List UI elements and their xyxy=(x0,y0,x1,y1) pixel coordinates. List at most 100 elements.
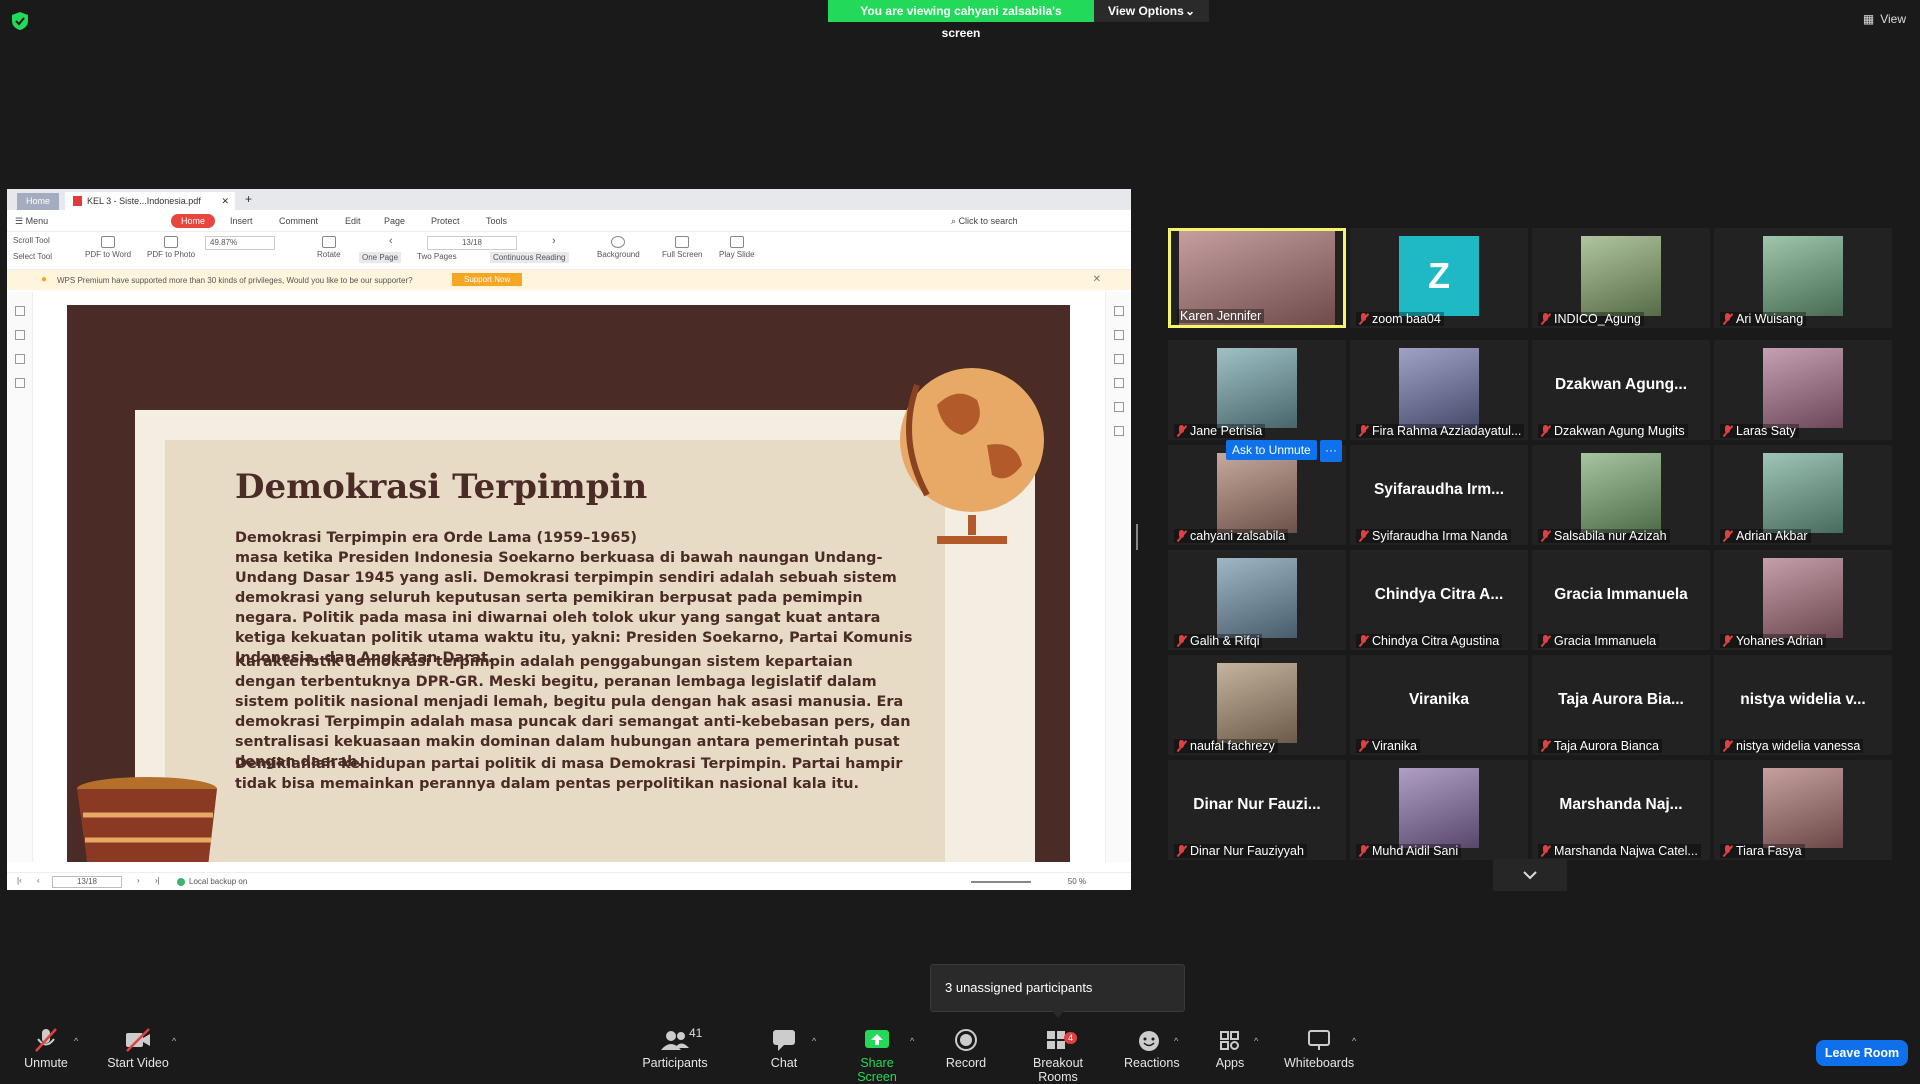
text-icon[interactable] xyxy=(1113,330,1124,340)
play-slide-button[interactable]: Play Slide xyxy=(719,236,755,259)
split-view-handle[interactable] xyxy=(1136,524,1138,550)
participant-tile[interactable]: Dzakwan Agung... Dzakwan Agung Mugits xyxy=(1532,340,1710,440)
tab-document[interactable]: KEL 3 - Siste...Indonesia.pdf ✕ xyxy=(65,192,235,210)
participant-tile[interactable]: INDICO_Agung xyxy=(1532,228,1710,328)
bookmarks-icon[interactable] xyxy=(14,330,25,340)
participant-tile[interactable]: Laras Saty xyxy=(1714,340,1892,440)
two-pages-button[interactable]: Two Pages xyxy=(417,252,457,261)
unmute-button[interactable]: Unmute xyxy=(22,1028,70,1070)
pdf-to-photo-button[interactable]: PDF to Photo xyxy=(147,236,195,259)
participant-tile[interactable]: Jane Petrisia xyxy=(1168,340,1346,440)
participant-tile[interactable]: Tiara Fasya xyxy=(1714,760,1892,860)
print-icon[interactable] xyxy=(1113,306,1124,316)
audio-options-caret[interactable]: ^ xyxy=(74,1036,78,1046)
attachments-icon[interactable] xyxy=(14,378,25,388)
breakout-rooms-button[interactable]: Breakout Rooms xyxy=(1014,1028,1102,1084)
apps-button[interactable]: Apps xyxy=(1212,1028,1248,1070)
close-icon[interactable]: ✕ xyxy=(221,192,229,210)
chat-button[interactable]: Chat xyxy=(766,1028,802,1070)
start-video-button[interactable]: Start Video xyxy=(106,1028,170,1070)
next-page-icon[interactable]: › xyxy=(552,235,556,247)
full-screen-icon xyxy=(675,236,690,248)
menu-tools[interactable]: Tools xyxy=(486,216,507,226)
share-screen-button[interactable]: Share Screen xyxy=(840,1028,914,1084)
last-page-icon[interactable]: ›| xyxy=(155,876,160,885)
participant-tile[interactable]: Karen Jennifer xyxy=(1168,228,1346,328)
rotate-button[interactable]: Rotate xyxy=(317,236,341,259)
zoom-input[interactable]: 49.87% xyxy=(205,236,275,250)
close-icon[interactable]: ✕ xyxy=(1093,274,1101,285)
select-tool-button[interactable]: Select Tool xyxy=(13,252,52,261)
view-options-button[interactable]: View Options ⌄ xyxy=(1094,0,1209,22)
video-off-icon xyxy=(126,1028,150,1052)
leave-room-button[interactable]: Leave Room xyxy=(1816,1040,1908,1066)
participant-tile[interactable]: Zzoom baa04 xyxy=(1350,228,1528,328)
menu-page[interactable]: Page xyxy=(384,216,405,226)
video-feed xyxy=(1763,558,1843,638)
participant-tile[interactable]: Taja Aurora Bia... Taja Aurora Bianca xyxy=(1532,655,1710,755)
participant-tile[interactable]: Syifaraudha Irm... Syifaraudha Irma Nanda xyxy=(1350,445,1528,545)
participant-tile[interactable]: Muhd Aidil Sani xyxy=(1350,760,1528,860)
reactions-button[interactable]: Reactions xyxy=(1124,1028,1180,1070)
record-button[interactable]: Record xyxy=(944,1028,988,1070)
participant-tile[interactable]: Salsabila nur Azizah xyxy=(1532,445,1710,545)
support-now-button[interactable]: Support Now xyxy=(452,273,523,286)
more-options-button[interactable]: ··· xyxy=(1320,440,1342,462)
participant-tile[interactable]: Dinar Nur Fauzi... Dinar Nur Fauziyyah xyxy=(1168,760,1346,860)
menu-home[interactable]: Home xyxy=(171,214,216,228)
apps-icon xyxy=(1220,1031,1239,1050)
menu-protect[interactable]: Protect xyxy=(431,216,460,226)
participant-tile[interactable]: Marshanda Naj... Marshanda Najwa Catel... xyxy=(1532,760,1710,860)
reactions-options-caret[interactable]: ^ xyxy=(1174,1036,1178,1046)
shield-icon[interactable] xyxy=(12,12,28,30)
zoom-slider[interactable] xyxy=(971,881,1031,883)
apps-options-caret[interactable]: ^ xyxy=(1254,1036,1258,1046)
convert-icon[interactable] xyxy=(1113,378,1124,388)
one-page-button[interactable]: One Page xyxy=(359,252,402,263)
participant-tile[interactable]: nistya widelia v... nistya widelia vaness… xyxy=(1714,655,1892,755)
page-input[interactable]: 13/18 xyxy=(52,876,122,888)
participant-tile[interactable]: Viranika Viranika xyxy=(1350,655,1528,755)
participant-tile[interactable]: Fira Rahma Azziadayatul... xyxy=(1350,340,1528,440)
annotations-icon[interactable] xyxy=(14,354,25,364)
participant-tile[interactable]: naufal fachrezy xyxy=(1168,655,1346,755)
whiteboards-options-caret[interactable]: ^ xyxy=(1352,1036,1356,1046)
share-icon[interactable] xyxy=(1113,402,1124,412)
tab-home[interactable]: Home xyxy=(17,193,59,210)
full-screen-button[interactable]: Full Screen xyxy=(662,236,702,259)
participant-tile[interactable]: Chindya Citra A... Chindya Citra Agustina xyxy=(1350,550,1528,650)
page-number-input[interactable]: 13/18 xyxy=(427,236,517,250)
next-page-icon[interactable]: › xyxy=(137,876,140,885)
menu-insert[interactable]: Insert xyxy=(230,216,253,226)
scroll-tool-button[interactable]: Scroll Tool xyxy=(13,236,50,245)
export-icon[interactable] xyxy=(1113,426,1124,436)
image-icon[interactable] xyxy=(1113,354,1124,364)
ask-to-unmute-button[interactable]: Ask to Unmute xyxy=(1226,440,1317,460)
view-button[interactable]: ▦ View xyxy=(1863,12,1906,26)
first-page-icon[interactable]: |‹ xyxy=(17,876,22,885)
thumbnails-icon[interactable] xyxy=(14,306,25,316)
participant-tile[interactable]: Galih & Rifqi xyxy=(1168,550,1346,650)
participant-name: Karen Jennifer xyxy=(1180,309,1262,323)
continuous-reading-button[interactable]: Continuous Reading xyxy=(490,252,569,263)
menu-comment[interactable]: Comment xyxy=(279,216,318,226)
video-options-caret[interactable]: ^ xyxy=(172,1036,176,1046)
new-tab-icon[interactable]: + xyxy=(245,192,252,206)
whiteboards-button[interactable]: Whiteboards xyxy=(1284,1028,1354,1070)
participant-tile[interactable]: Adrian Akbar xyxy=(1714,445,1892,545)
participant-tile[interactable]: Gracia Immanuela Gracia Immanuela xyxy=(1532,550,1710,650)
prev-page-icon[interactable]: ‹ xyxy=(37,876,40,885)
participant-tile[interactable]: Yohanes Adrian xyxy=(1714,550,1892,650)
prev-page-icon[interactable]: ‹ xyxy=(389,235,393,247)
gallery-next-page-button[interactable] xyxy=(1493,859,1567,891)
search-box[interactable]: ⌕ Click to search xyxy=(951,216,1018,227)
participant-display-name: Dinar Nur Fauzi... xyxy=(1193,796,1321,813)
chat-options-caret[interactable]: ^ xyxy=(812,1036,816,1046)
menu-button[interactable]: ☰ Menu xyxy=(15,216,48,227)
participant-tile[interactable]: Ari Wuisang xyxy=(1714,228,1892,328)
background-button[interactable]: Background xyxy=(597,236,640,259)
pdf-to-word-button[interactable]: PDF to Word xyxy=(85,236,131,259)
wps-tab-bar: Home KEL 3 - Siste...Indonesia.pdf ✕ + xyxy=(7,189,1131,210)
share-options-caret[interactable]: ^ xyxy=(910,1036,914,1046)
menu-edit[interactable]: Edit xyxy=(345,216,361,226)
